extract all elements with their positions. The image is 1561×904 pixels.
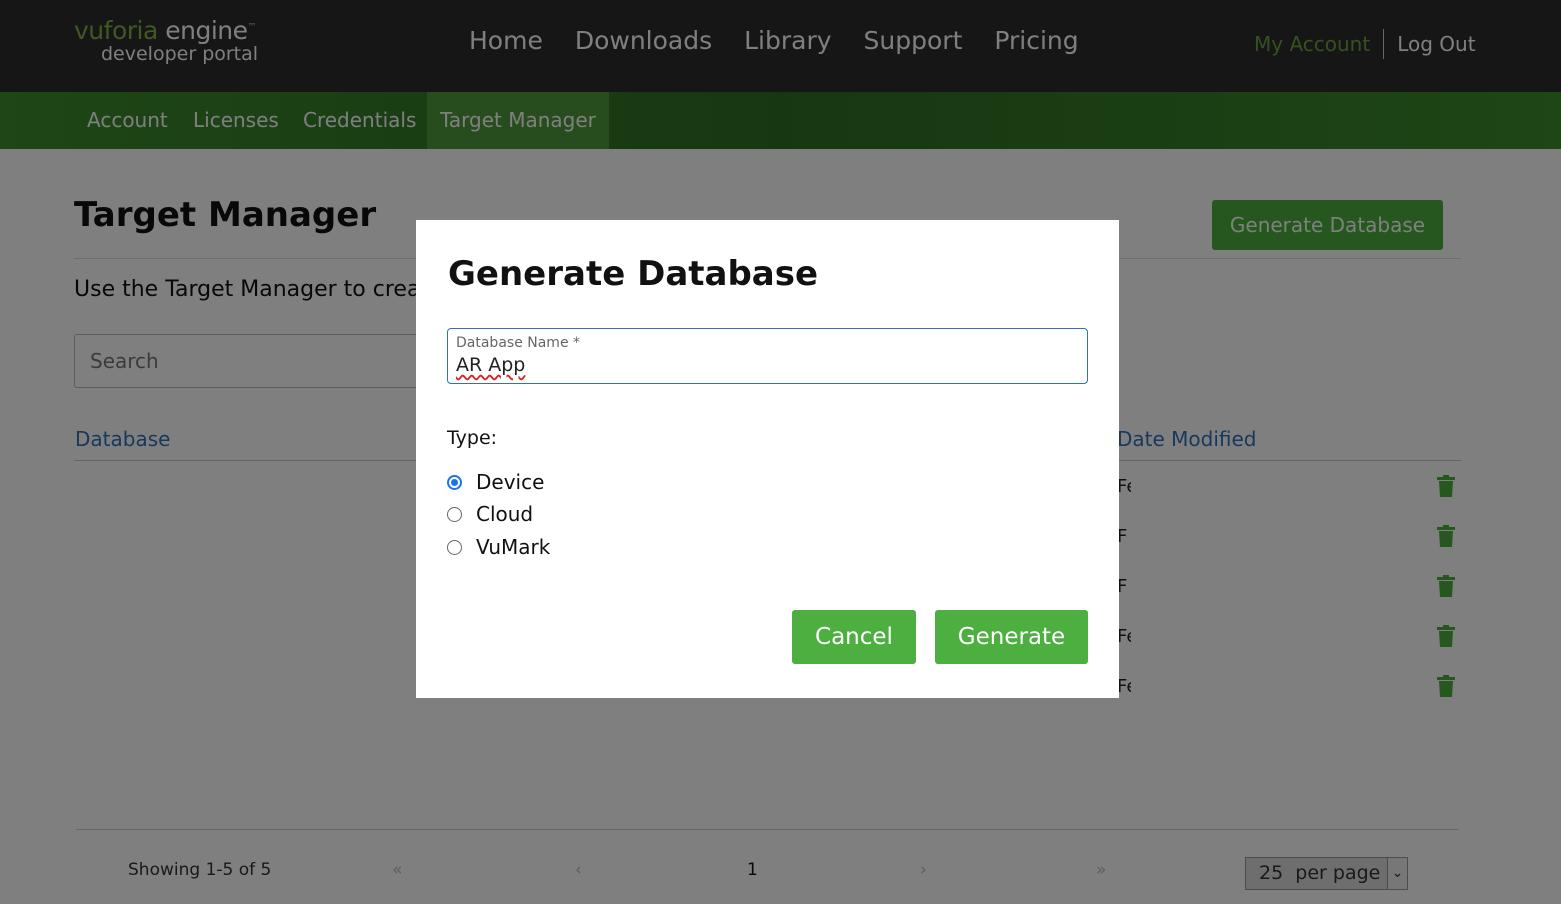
radio-device[interactable] — [447, 474, 462, 490]
radio-label-device[interactable]: Device — [476, 470, 544, 494]
generate-database-dialog: Generate Database Database Name * AR App… — [416, 220, 1119, 698]
database-name-field[interactable]: Database Name * AR App — [447, 328, 1088, 384]
cancel-button[interactable]: Cancel — [792, 610, 916, 664]
generate-button[interactable]: Generate — [935, 610, 1088, 664]
type-option-vumark[interactable]: VuMark — [447, 535, 550, 559]
database-name-label: Database Name * — [456, 335, 581, 351]
database-name-input[interactable]: AR App — [456, 354, 525, 376]
radio-vumark[interactable] — [447, 539, 462, 555]
radio-label-cloud[interactable]: Cloud — [476, 502, 533, 526]
radio-cloud[interactable] — [447, 506, 462, 522]
dialog-title: Generate Database — [448, 254, 819, 294]
type-option-device[interactable]: Device — [447, 470, 544, 494]
radio-label-vumark[interactable]: VuMark — [476, 535, 550, 559]
type-label: Type: — [447, 427, 498, 449]
type-option-cloud[interactable]: Cloud — [447, 502, 533, 526]
